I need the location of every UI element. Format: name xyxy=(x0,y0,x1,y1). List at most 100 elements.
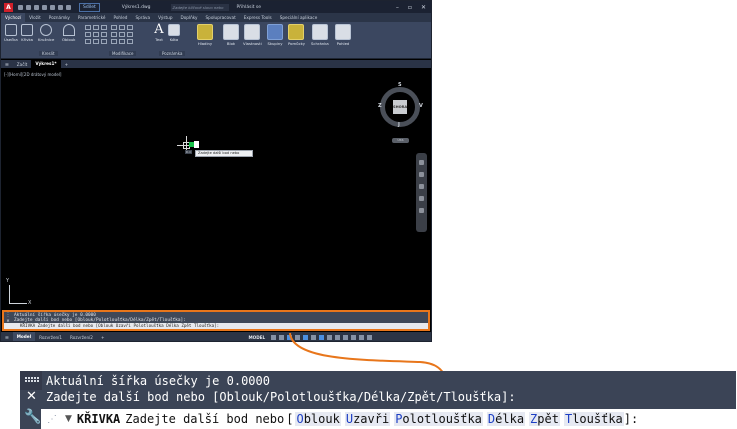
option-length[interactable]: Délka xyxy=(486,412,526,426)
option-width[interactable]: Tloušťka xyxy=(563,412,624,426)
osnap-icon[interactable] xyxy=(303,334,309,340)
annotation-scale-icon[interactable] xyxy=(327,334,333,340)
tab-layout1[interactable]: Rozvržení1 xyxy=(35,335,66,340)
share-button[interactable]: Sdílet xyxy=(79,2,100,12)
viewcube-south[interactable]: J xyxy=(398,122,400,128)
tab-addins[interactable]: Doplňky xyxy=(176,15,201,20)
recent-commands-icon[interactable]: ⋰ xyxy=(47,414,65,425)
option-halfwidth[interactable]: Polotloušťka xyxy=(394,412,483,426)
command-input-small[interactable]: KŘIVKA Zadejte další bod nebo [Oblouk Uz… xyxy=(4,323,428,329)
full-nav-wheel-icon[interactable] xyxy=(419,160,424,165)
undo-icon[interactable] xyxy=(58,4,63,10)
dynamic-input-tooltip: Zadejte další bod nebo xyxy=(195,150,253,157)
circle-tool[interactable]: Kružnice xyxy=(38,24,54,42)
maximize-icon[interactable]: ▫ xyxy=(408,4,412,11)
units-icon[interactable] xyxy=(343,334,349,340)
tab-manage[interactable]: Správa xyxy=(131,15,154,20)
tab-collaborate[interactable]: Spolupracovat xyxy=(202,15,240,20)
line-tool[interactable]: Úsečka xyxy=(4,24,18,42)
option-arc[interactable]: Oblouk xyxy=(295,412,341,426)
title-bar: A Sdílet Výkres1.dwg Zadejte klíčové slo… xyxy=(1,1,431,17)
view-tool[interactable]: Pohled xyxy=(335,24,351,46)
viewport-controls[interactable]: [-][Horní][2D drátový model] xyxy=(4,72,62,77)
otrack-icon[interactable] xyxy=(311,334,317,340)
close-window-icon[interactable]: ✕ xyxy=(421,4,426,11)
tab-model[interactable]: Model xyxy=(12,332,36,341)
workspace-icon[interactable] xyxy=(335,334,341,340)
viewcube-east[interactable]: V xyxy=(419,103,423,109)
arc-tool[interactable]: Oblouk xyxy=(62,24,75,42)
tab-express-tools[interactable]: Express Tools xyxy=(240,15,276,20)
polar-icon[interactable] xyxy=(295,334,301,340)
tab-home[interactable]: Výchozí xyxy=(1,13,26,22)
view-icon xyxy=(335,24,351,40)
ortho-icon[interactable] xyxy=(287,334,293,340)
tab-insert[interactable]: Vložit xyxy=(25,15,45,20)
history-line-1: Aktuální šířka úsečky je 0.0000 xyxy=(46,374,270,388)
model-space-toggle[interactable]: MODEL xyxy=(248,335,265,340)
zoom-icon[interactable] xyxy=(419,184,424,189)
viewcube[interactable]: SHORA xyxy=(380,87,420,127)
tab-annotate[interactable]: Poznámky xyxy=(45,15,74,20)
option-undo[interactable]: Zpět xyxy=(529,412,560,426)
properties-tool[interactable]: Vlastnosti xyxy=(243,24,262,46)
search-input[interactable]: Zadejte klíčové slovo nebo výraz xyxy=(170,3,229,17)
tab-start[interactable]: Začít xyxy=(13,62,32,67)
block-tool[interactable]: Blok xyxy=(223,24,239,46)
save-as-icon[interactable] xyxy=(42,4,47,10)
open-icon[interactable] xyxy=(26,4,31,10)
new-tab-icon[interactable]: + xyxy=(61,62,73,67)
app-logo[interactable]: A xyxy=(4,2,13,12)
new-icon[interactable] xyxy=(18,4,23,10)
tab-view[interactable]: Pohled xyxy=(109,15,131,20)
panel-annotation-label[interactable]: Poznámka xyxy=(159,51,186,56)
modify-tools xyxy=(111,25,133,44)
snap-icon[interactable] xyxy=(279,334,285,340)
wrench-icon[interactable]: 🔧 xyxy=(24,409,41,425)
polyline-tool[interactable]: Křivka xyxy=(21,24,33,42)
tab-layout2[interactable]: Rozvržení2 xyxy=(66,335,97,340)
utilities-tool[interactable]: Pomůcky xyxy=(288,24,305,46)
tab-featured-apps[interactable]: Speciální aplikace xyxy=(276,15,322,20)
showmotion-icon[interactable] xyxy=(419,208,424,213)
command-input[interactable]: ⋰ ▼ KŘIVKA Zadejte další bod nebo [ Oblo… xyxy=(41,409,736,429)
ucs-x-label: X xyxy=(28,300,32,306)
sign-in-link[interactable]: Přihlásit se xyxy=(237,5,262,10)
redo-icon[interactable] xyxy=(66,4,71,10)
menu-icon[interactable]: ☰ xyxy=(1,62,13,67)
panel-modify-label[interactable]: Modifikace xyxy=(109,51,137,56)
pan-icon[interactable] xyxy=(419,172,424,177)
clipboard-tool[interactable]: Schránka xyxy=(311,24,329,46)
text-tool[interactable]: A Text xyxy=(153,22,165,42)
save-icon[interactable] xyxy=(34,4,39,10)
customize-icon[interactable] xyxy=(367,334,373,340)
wcs-menu[interactable]: USS xyxy=(392,138,409,143)
viewcube-top-face[interactable]: SHORA xyxy=(393,100,407,114)
print-icon[interactable] xyxy=(50,4,55,10)
close-icon[interactable]: ✕ xyxy=(26,389,37,404)
layers-tool[interactable]: Hladiny xyxy=(197,24,213,46)
layouts-menu-icon[interactable]: ☰ xyxy=(1,335,13,340)
orbit-icon[interactable] xyxy=(419,196,424,201)
add-layout-icon[interactable]: + xyxy=(97,335,109,340)
option-close[interactable]: Uzavři xyxy=(344,412,391,426)
tab-parametric[interactable]: Parametrické xyxy=(74,15,110,20)
options-open-bracket: [ xyxy=(286,412,294,426)
dimension-tool[interactable]: Kóta xyxy=(168,24,180,42)
fullscreen-icon[interactable] xyxy=(359,334,365,340)
viewcube-north[interactable]: S xyxy=(398,82,402,88)
grid-icon[interactable] xyxy=(271,334,277,340)
groups-tool[interactable]: Skupiny xyxy=(267,24,283,46)
tab-drawing[interactable]: Výkres1* xyxy=(31,60,61,68)
minimize-icon[interactable]: – xyxy=(396,4,399,11)
ucs-y-axis xyxy=(9,285,10,303)
chevron-down-icon[interactable]: ▼ xyxy=(65,414,72,424)
command-line-grip[interactable] xyxy=(20,371,42,390)
tab-output[interactable]: Výstup xyxy=(154,15,176,20)
groups-icon xyxy=(267,24,283,40)
lineweight-icon[interactable] xyxy=(319,334,325,340)
panel-draw-label[interactable]: Kreslit xyxy=(39,51,58,56)
text-icon: A xyxy=(154,22,164,37)
viewcube-west[interactable]: Z xyxy=(378,103,382,109)
isolate-icon[interactable] xyxy=(351,334,357,340)
